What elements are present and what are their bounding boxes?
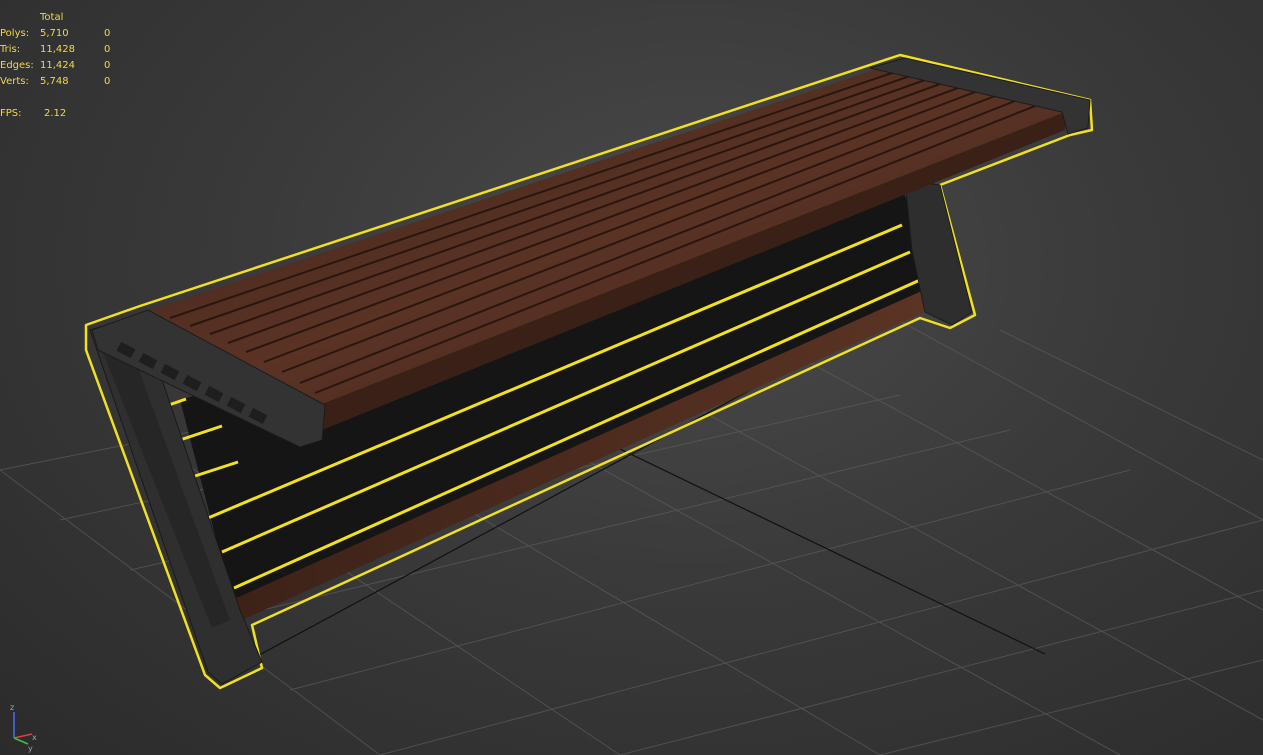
stats-row-verts: Verts: 5,748 0	[0, 76, 111, 87]
axis-z-label: z	[10, 703, 14, 712]
stats-header: Total	[40, 12, 64, 23]
stats-row-fps: FPS: 2.12	[0, 106, 124, 122]
stats-row-tris: Tris: 11,428 0	[0, 44, 111, 55]
axis-gizmo: z x y	[10, 703, 37, 753]
axis-x-label: x	[32, 733, 37, 742]
viewport-statistics: Total Polys: 5,710 0 Tris: 11,428 0 Edge…	[0, 10, 124, 122]
bench-model[interactable]	[84, 53, 1094, 690]
axis-y-label: y	[28, 744, 33, 753]
stats-row-edges: Edges: 11,424 0	[0, 60, 111, 71]
stats-row-polys: Polys: 5,710 0	[0, 28, 111, 39]
3d-viewport[interactable]: z x y	[0, 0, 1263, 755]
fps-value: 2.12	[44, 108, 67, 119]
